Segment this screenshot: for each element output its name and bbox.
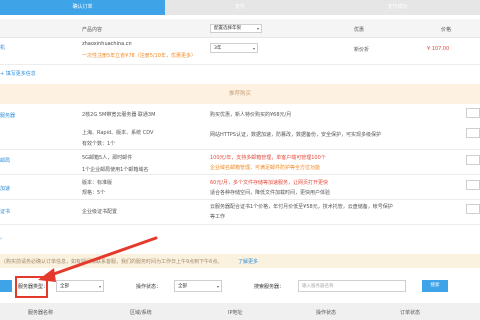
annotation-arrow-icon — [38, 236, 158, 282]
